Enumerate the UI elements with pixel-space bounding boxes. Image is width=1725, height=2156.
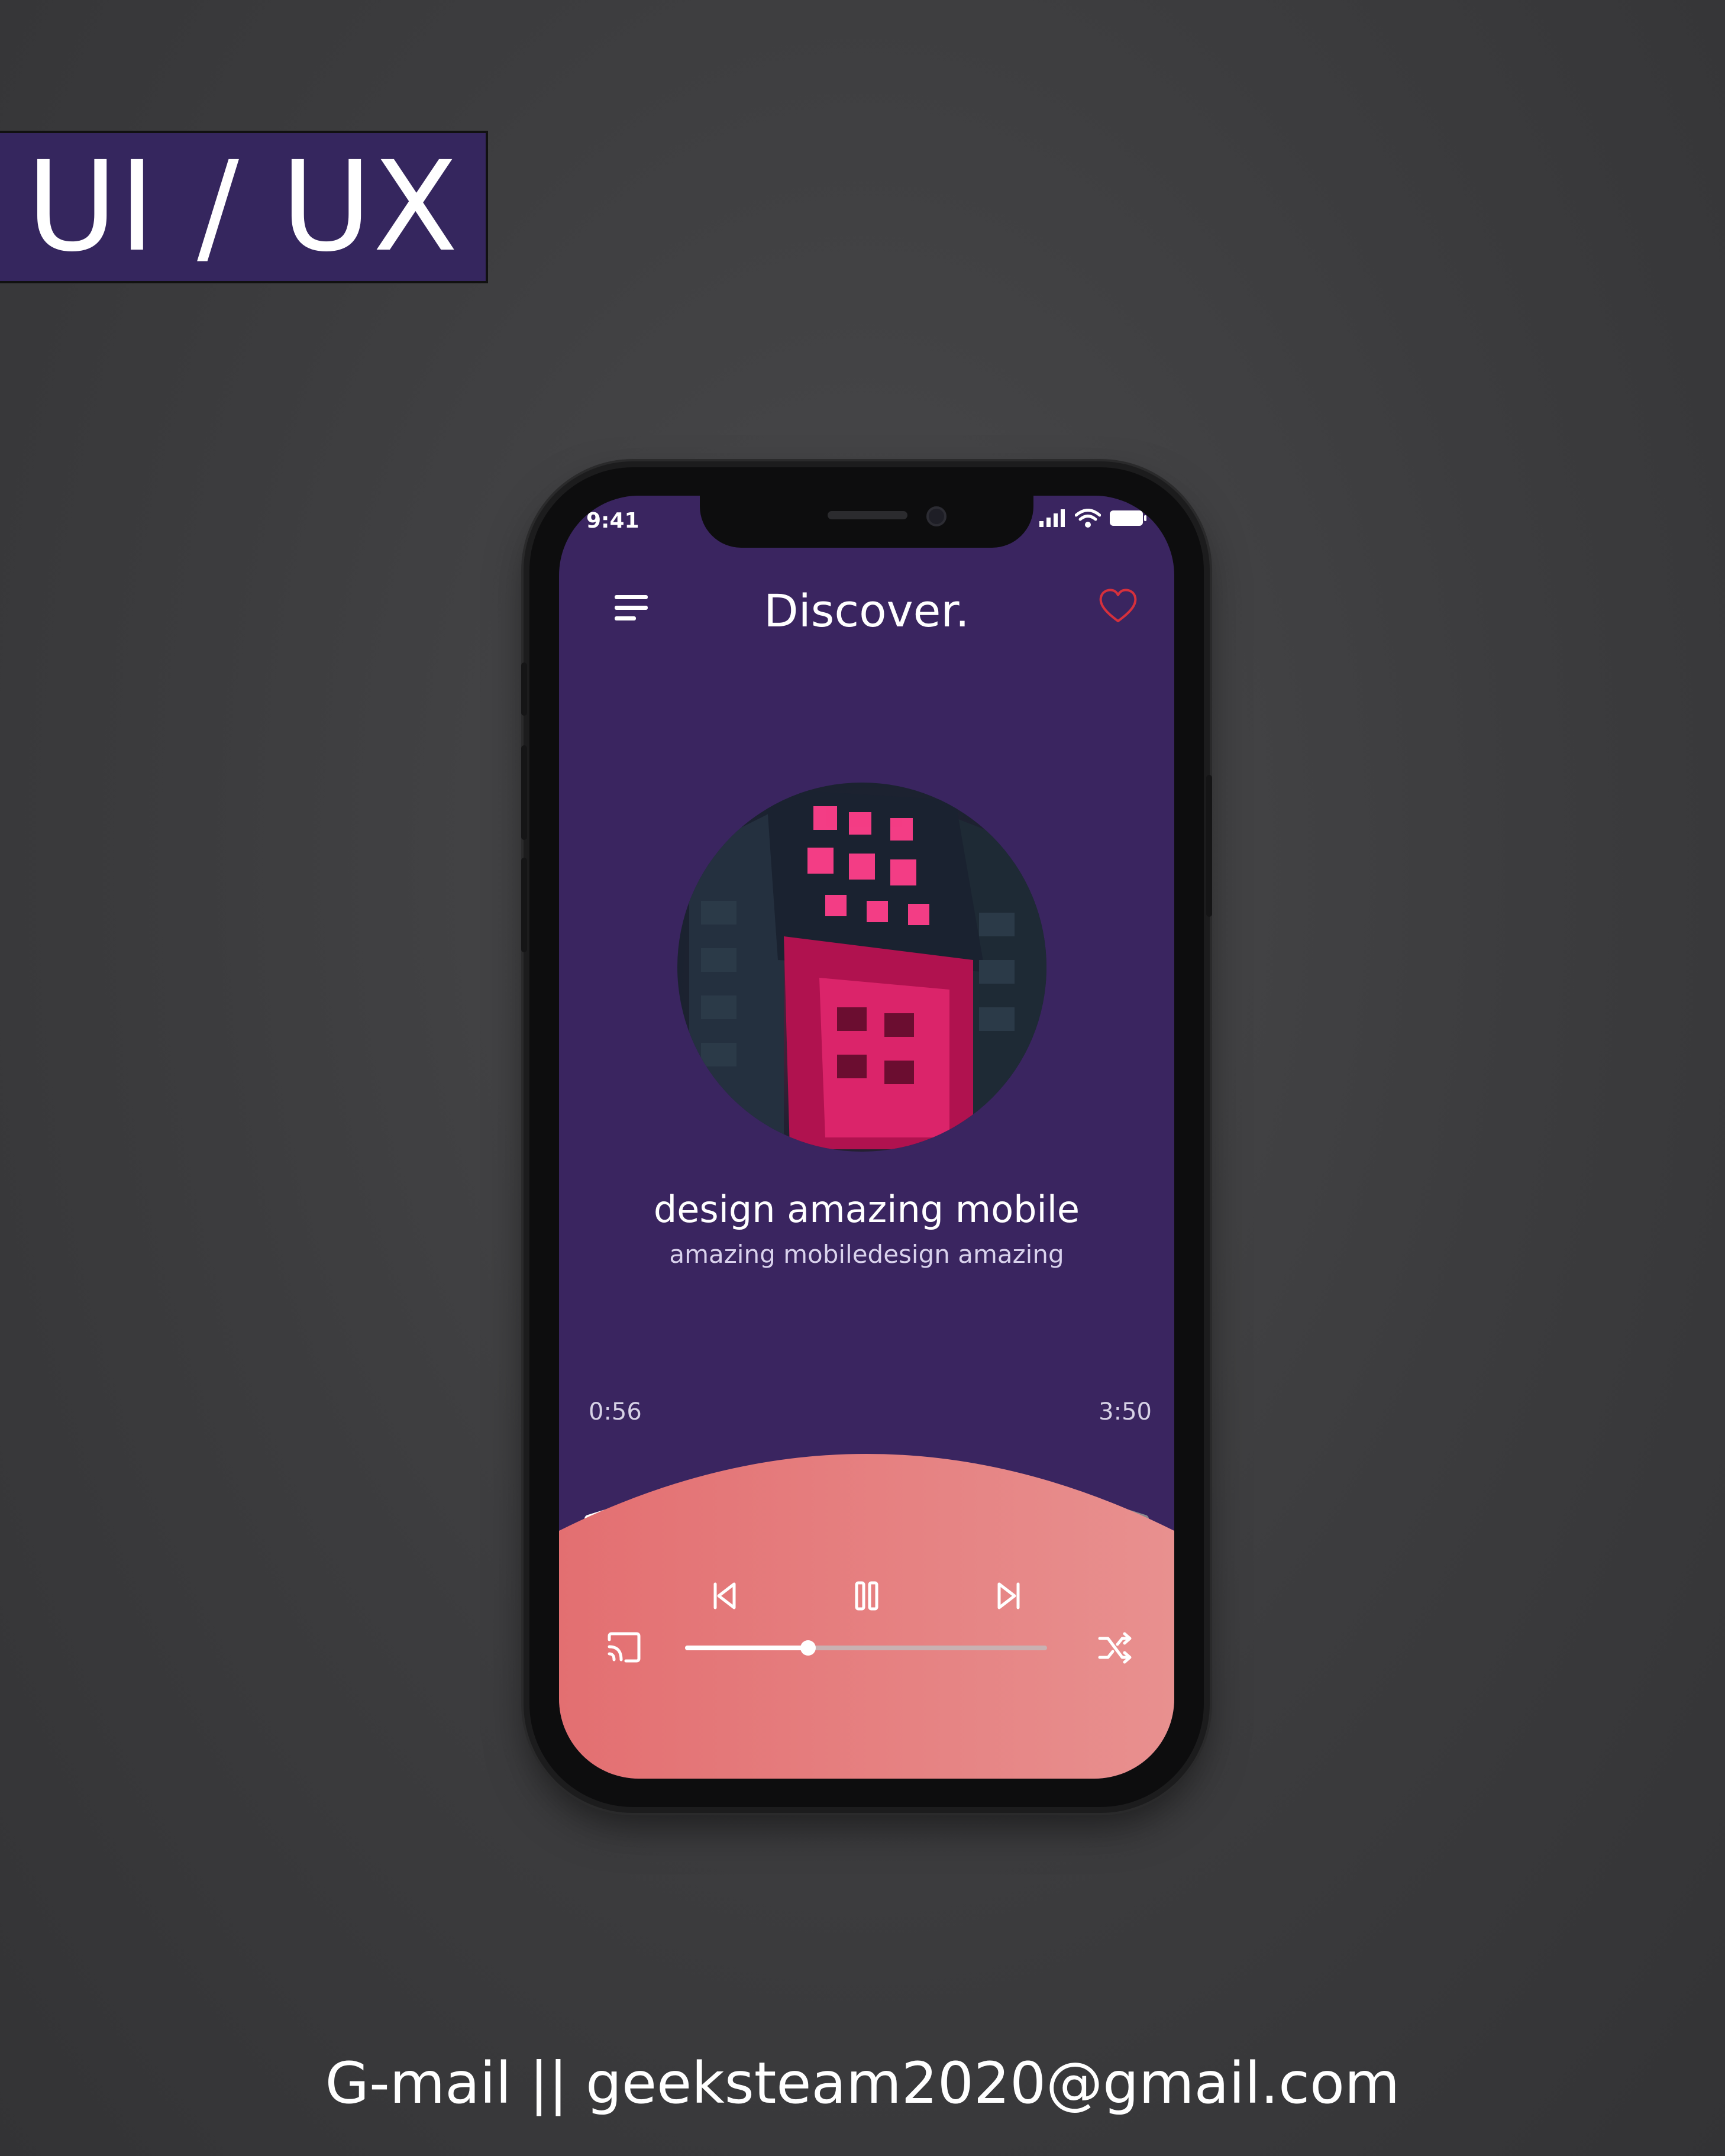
volume-down-button — [521, 858, 527, 952]
elapsed-time: 0:56 — [589, 1398, 642, 1426]
pause-icon — [855, 1581, 878, 1611]
heart-icon — [1099, 589, 1137, 622]
total-time: 3:50 — [1099, 1398, 1152, 1426]
volume-fill — [685, 1646, 809, 1650]
previous-button[interactable] — [701, 1572, 748, 1620]
mute-switch — [521, 662, 527, 716]
ui-ux-banner: UI / UX — [0, 131, 488, 283]
phone-mockup: 9:41 Discover. design amazing mobile ama… — [521, 467, 1212, 1807]
page-title: Discover. — [764, 584, 970, 637]
cast-icon — [608, 1632, 641, 1663]
phone-notch — [700, 496, 1033, 548]
skip-next-icon — [997, 1582, 1020, 1609]
favorite-button[interactable] — [1097, 586, 1139, 627]
shuffle-button[interactable] — [1091, 1624, 1139, 1672]
music-player-screen: 9:41 Discover. design amazing mobile ama… — [559, 496, 1174, 1779]
status-time: 9:41 — [586, 509, 639, 533]
wifi-icon — [1075, 509, 1101, 528]
pause-button[interactable] — [843, 1572, 890, 1620]
contact-footer: G-mail || geeksteam2020@gmail.com — [325, 2050, 1400, 2116]
shuffle-icon — [1098, 1632, 1132, 1664]
power-button — [1206, 775, 1212, 917]
album-art — [677, 783, 1047, 1152]
volume-up-button — [521, 745, 527, 840]
front-camera — [926, 506, 947, 526]
battery-icon — [1110, 510, 1146, 526]
album-cover-image — [677, 783, 1046, 1152]
track-title: design amazing mobile — [653, 1188, 1080, 1231]
cast-button[interactable] — [600, 1624, 648, 1672]
next-button[interactable] — [985, 1572, 1032, 1620]
speaker-grille — [828, 511, 907, 519]
volume-thumb[interactable] — [800, 1640, 816, 1656]
skip-previous-icon — [713, 1582, 736, 1609]
banner-text: UI / UX — [26, 134, 460, 279]
signal-icon — [1039, 509, 1065, 527]
status-icons — [1039, 509, 1147, 528]
track-artist: amazing mobiledesign amazing — [669, 1240, 1064, 1269]
volume-slider[interactable] — [685, 1640, 1047, 1656]
